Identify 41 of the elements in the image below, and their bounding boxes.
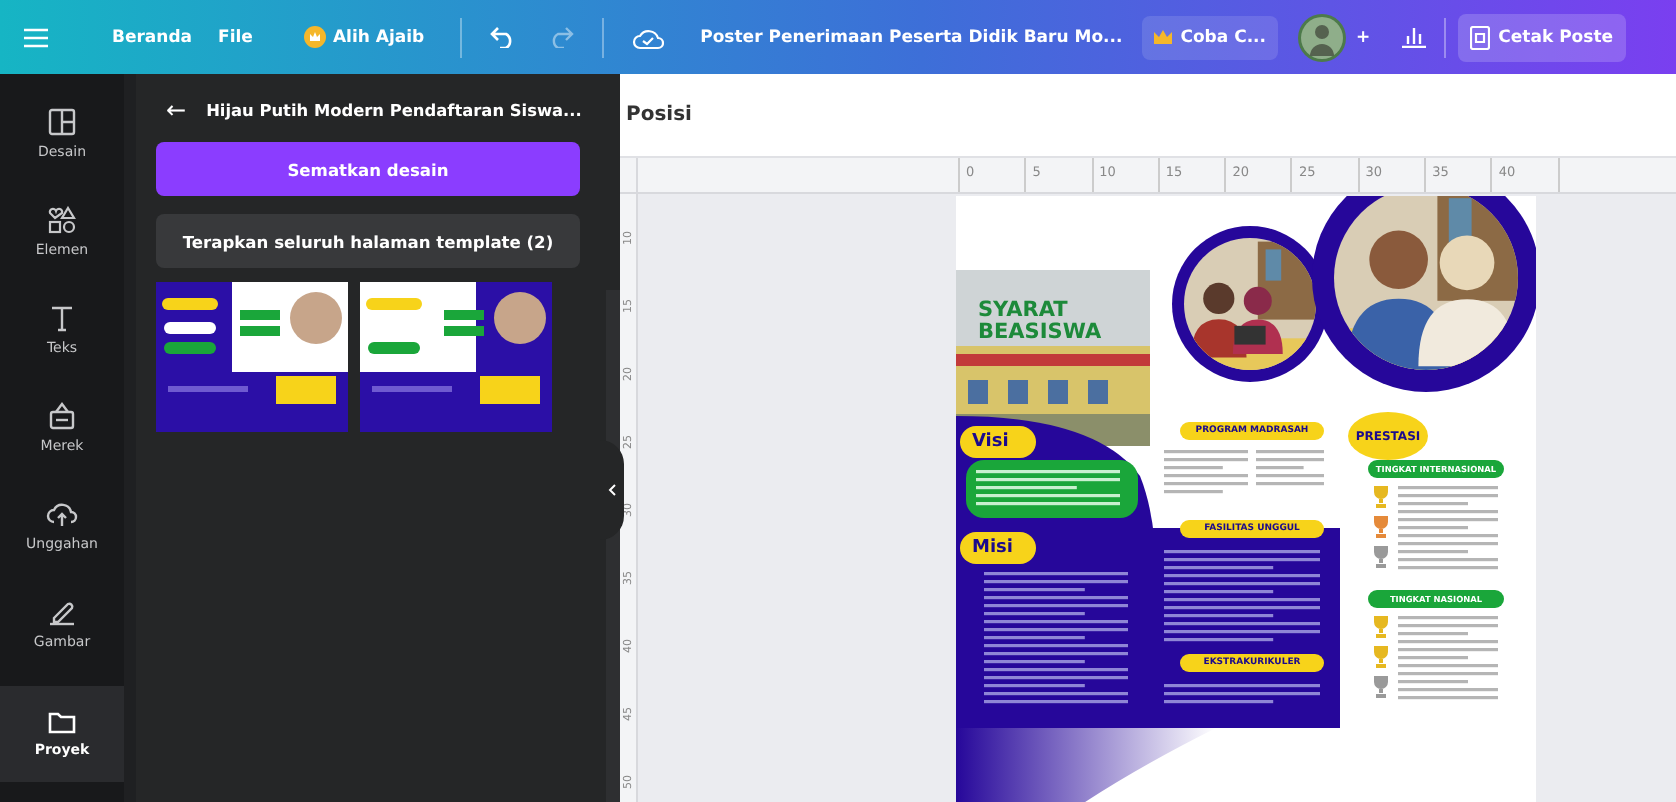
folder-icon [48, 710, 76, 734]
text-lines-drawing [1164, 450, 1248, 498]
trophy-icon [1372, 676, 1390, 698]
poster-title: SYARAT BEASISWA [978, 300, 1098, 344]
apply-template-button[interactable]: Terapkan seluruh halaman template (2) [156, 214, 580, 268]
print-icon [1470, 25, 1491, 49]
text-icon [48, 304, 76, 332]
text-lines-drawing [1398, 486, 1498, 574]
trophy-icon [1372, 516, 1390, 538]
chevron-left-icon [608, 484, 616, 496]
trial-button[interactable]: Coba C... [1142, 15, 1279, 59]
panel-heading: Posisi [626, 104, 692, 126]
text-lines-drawing [1256, 450, 1324, 490]
panel-title: Hijau Putih Modern Pendaftaran Siswa... [206, 100, 582, 120]
embed-design-button[interactable]: Sematkan desain [156, 142, 580, 196]
trophy-icon [1372, 546, 1390, 568]
text-lines-drawing [984, 572, 1128, 708]
chart-icon[interactable] [1402, 26, 1427, 48]
redo-icon[interactable] [548, 26, 575, 48]
crown-icon [304, 26, 327, 48]
undo-icon[interactable] [490, 26, 517, 48]
trophy-icon [1372, 646, 1390, 668]
trophy-icon [1372, 486, 1390, 508]
upload-icon [46, 500, 78, 528]
layout-icon [48, 108, 76, 136]
text-lines-drawing [976, 470, 1120, 510]
trophy-icon [1372, 616, 1390, 638]
crown-icon [1154, 30, 1173, 44]
text-lines-drawing [1398, 616, 1498, 704]
poster-heading: Misi [960, 532, 1036, 564]
add-member-button[interactable]: + [1356, 27, 1371, 47]
menu-icon[interactable] [24, 27, 48, 47]
poster-heading: Visi [960, 426, 1036, 458]
briefcase-icon [48, 402, 76, 430]
pen-icon [48, 598, 76, 626]
shapes-icon [48, 206, 76, 234]
back-button[interactable]: ← [166, 96, 187, 124]
cloud-check-icon[interactable] [632, 25, 665, 49]
document-title[interactable]: Poster Penerimaan Peserta Didik Baru Mo... [700, 27, 1123, 47]
avatar-icon[interactable] [1298, 13, 1347, 61]
print-button[interactable]: Cetak Poste [1458, 13, 1626, 61]
